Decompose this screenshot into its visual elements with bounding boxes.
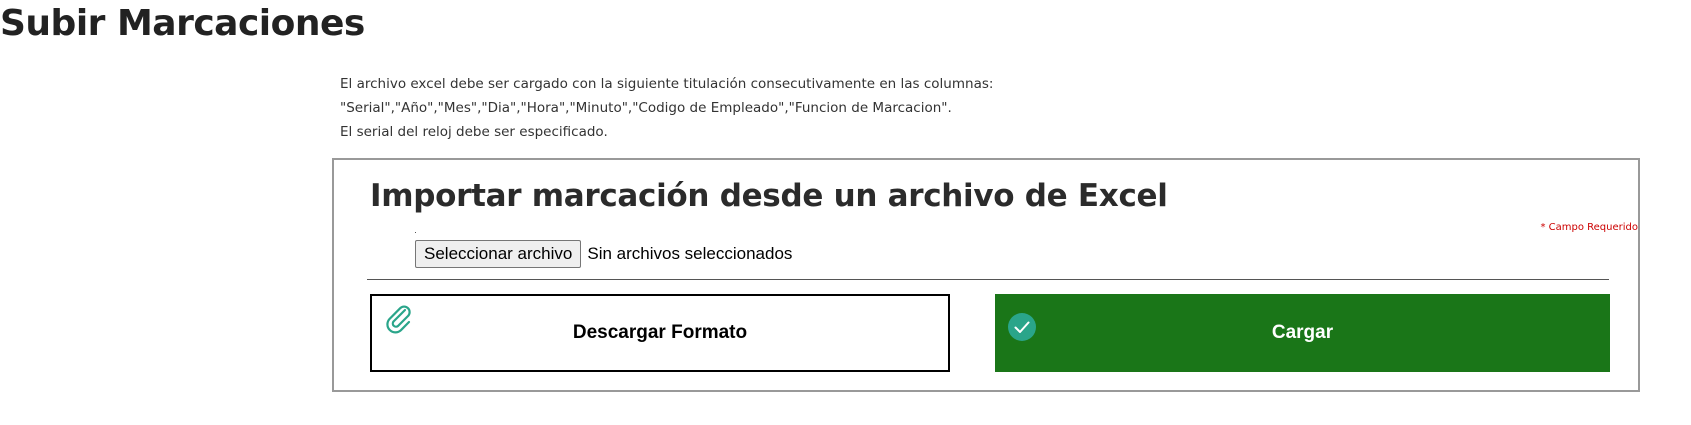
check-circle-icon bbox=[1007, 312, 1037, 342]
download-format-label: Descargar Formato bbox=[572, 322, 748, 343]
divider bbox=[367, 279, 1609, 280]
import-form-title: Importar marcación desde un archivo de E… bbox=[370, 178, 1168, 214]
upload-label: Cargar bbox=[1271, 322, 1334, 343]
instructions-line-2: "Serial","Año","Mes","Dia","Hora","Minut… bbox=[340, 100, 952, 116]
instructions: El archivo excel debe ser cargado con la… bbox=[340, 72, 993, 144]
instructions-line-1: El archivo excel debe ser cargado con la… bbox=[340, 76, 994, 92]
import-form-panel: Importar marcación desde un archivo de E… bbox=[332, 158, 1640, 392]
upload-button[interactable]: Cargar bbox=[995, 294, 1610, 372]
file-status-text: Sin archivos seleccionados bbox=[587, 244, 793, 263]
select-file-button[interactable]: Seleccionar archivo bbox=[415, 240, 582, 268]
required-marker bbox=[415, 232, 416, 233]
page-title: Subir Marcaciones bbox=[0, 3, 365, 44]
paperclip-icon bbox=[384, 304, 414, 334]
download-format-button[interactable]: Descargar Formato bbox=[370, 294, 950, 372]
file-input[interactable]: Seleccionar archivo Sin archivos selecci… bbox=[415, 240, 792, 268]
instructions-line-3: El serial del reloj debe ser especificad… bbox=[340, 124, 608, 140]
required-field-note: * Campo Requerido bbox=[1540, 222, 1638, 233]
page: Subir Marcaciones El archivo excel debe … bbox=[0, 0, 1691, 425]
